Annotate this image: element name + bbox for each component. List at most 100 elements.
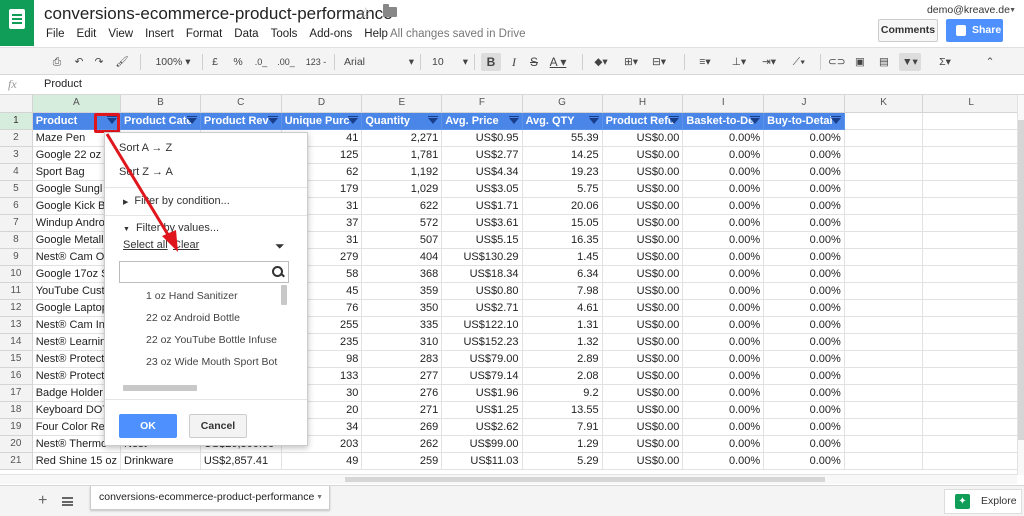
row-number[interactable]: 13 (0, 316, 33, 334)
data-cell[interactable]: US$0.00 (602, 384, 684, 402)
data-cell[interactable]: US$0.00 (602, 214, 684, 232)
row-number[interactable]: 3 (0, 146, 33, 164)
empty-cell[interactable] (922, 163, 1020, 181)
value-item[interactable]: 22 oz YouTube Bottle Infuse (146, 334, 277, 346)
borders-icon[interactable]: ⊞▾ (620, 53, 642, 71)
undo-icon[interactable]: ↶ (72, 53, 86, 71)
data-cell[interactable]: 0.00% (682, 452, 765, 470)
column-header[interactable]: L (922, 95, 1020, 113)
empty-cell[interactable] (922, 350, 1020, 368)
data-cell[interactable]: 0.00% (682, 350, 765, 368)
data-cell[interactable]: 7.98 (522, 282, 603, 300)
data-cell[interactable]: 0.00% (682, 129, 765, 147)
text-color-button[interactable]: A ▾ (547, 53, 569, 71)
column-filter-icon[interactable] (830, 115, 842, 127)
empty-cell[interactable] (922, 112, 1020, 130)
header-cell[interactable]: Quantity (361, 112, 443, 130)
data-cell[interactable]: 2.89 (522, 350, 603, 368)
data-cell[interactable]: US$0.00 (602, 146, 684, 164)
increase-decimal-button[interactable]: .00_ (274, 53, 298, 71)
font-size-select[interactable]: 10 ▾ (428, 53, 470, 71)
data-cell[interactable]: 271 (361, 401, 443, 419)
data-cell[interactable]: US$0.00 (602, 299, 684, 317)
data-cell[interactable]: US$18.34 (441, 265, 523, 283)
column-header[interactable]: A (32, 95, 122, 113)
empty-cell[interactable] (922, 180, 1020, 198)
empty-cell[interactable] (922, 214, 1020, 232)
filter-icon[interactable]: ▼▾ (899, 53, 921, 71)
italic-button[interactable]: I (507, 53, 521, 71)
data-cell[interactable]: 1.32 (522, 333, 603, 351)
font-family-select[interactable]: Arial ▾ (342, 53, 416, 71)
data-cell[interactable]: US$1.96 (441, 384, 523, 402)
data-cell[interactable]: 0.00% (763, 435, 845, 453)
data-cell[interactable]: 622 (361, 197, 443, 215)
header-cell[interactable]: Avg. QTY (522, 112, 603, 130)
data-cell[interactable]: 507 (361, 231, 443, 249)
data-cell[interactable]: 0.00% (682, 231, 765, 249)
data-cell[interactable]: 0.00% (763, 163, 845, 181)
sheet-tab[interactable]: conversions-ecommerce-product-performanc… (90, 486, 330, 510)
data-cell[interactable]: 404 (361, 248, 443, 266)
empty-cell[interactable] (922, 367, 1020, 385)
data-cell[interactable]: 0.00% (763, 367, 845, 385)
insert-comment-icon[interactable]: ▣ (852, 53, 868, 71)
row-number[interactable]: 19 (0, 418, 33, 436)
data-cell[interactable]: 0.00% (763, 265, 845, 283)
data-cell[interactable]: 13.55 (522, 401, 603, 419)
horizontal-scroll-thumb[interactable] (345, 477, 825, 482)
column-filter-icon[interactable] (508, 115, 520, 127)
document-title[interactable]: conversions-ecommerce-product-performanc… (44, 4, 393, 24)
data-cell[interactable]: US$1.25 (441, 401, 523, 419)
user-email[interactable]: demo@kreave.de (927, 4, 1010, 16)
bold-button[interactable]: B (481, 53, 501, 71)
data-cell[interactable]: 0.00% (763, 401, 845, 419)
explore-button[interactable]: ✦ Explore (944, 489, 1022, 514)
data-cell[interactable]: US$0.00 (602, 282, 684, 300)
menu-file[interactable]: File (46, 28, 65, 40)
column-filter-icon[interactable] (427, 115, 439, 127)
data-cell[interactable]: 49 (281, 452, 363, 470)
empty-cell[interactable] (844, 214, 924, 232)
data-cell[interactable]: 368 (361, 265, 443, 283)
empty-cell[interactable] (844, 435, 924, 453)
empty-cell[interactable] (844, 129, 924, 147)
empty-cell[interactable] (922, 248, 1020, 266)
data-cell[interactable]: 0.00% (682, 197, 765, 215)
data-cell[interactable]: US$2,857.41 (200, 452, 282, 470)
print-icon[interactable]: ⎙ (50, 53, 64, 71)
data-cell[interactable]: US$0.00 (602, 129, 684, 147)
data-cell[interactable]: 55.39 (522, 129, 603, 147)
data-cell[interactable]: 4.61 (522, 299, 603, 317)
data-cell[interactable]: US$2.62 (441, 418, 523, 436)
empty-cell[interactable] (844, 401, 924, 419)
data-cell[interactable]: 15.05 (522, 214, 603, 232)
column-header[interactable]: H (602, 95, 684, 113)
data-cell[interactable]: 1.29 (522, 435, 603, 453)
row-number[interactable]: 4 (0, 163, 33, 181)
data-cell[interactable]: US$4.34 (441, 163, 523, 181)
value-list-scrollbar[interactable] (281, 285, 287, 305)
empty-cell[interactable] (922, 146, 1020, 164)
empty-cell[interactable] (922, 299, 1020, 317)
row-number[interactable]: 9 (0, 248, 33, 266)
value-item[interactable]: 23 oz Wide Mouth Sport Bot (146, 356, 277, 368)
data-cell[interactable]: US$0.95 (441, 129, 523, 147)
data-cell[interactable]: 0.00% (763, 384, 845, 402)
column-filter-icon[interactable] (668, 115, 680, 127)
more-formats-button[interactable]: 123 - (302, 53, 330, 71)
data-cell[interactable]: US$99.00 (441, 435, 523, 453)
data-cell[interactable]: 19.23 (522, 163, 603, 181)
row-number[interactable]: 7 (0, 214, 33, 232)
row-number[interactable]: 5 (0, 180, 33, 198)
align-horizontal-icon[interactable]: ≡▾ (694, 53, 716, 71)
data-cell[interactable]: 0.00% (682, 435, 765, 453)
data-cell[interactable]: US$0.00 (602, 452, 684, 470)
column-header[interactable]: J (763, 95, 845, 113)
data-cell[interactable]: US$130.29 (441, 248, 523, 266)
data-cell[interactable]: 277 (361, 367, 443, 385)
data-cell[interactable]: 0.00% (763, 129, 845, 147)
value-item[interactable]: 1 oz Hand Sanitizer (146, 290, 238, 302)
data-cell[interactable]: 0.00% (682, 384, 765, 402)
data-cell[interactable]: Red Shine 15 oz (32, 452, 122, 470)
